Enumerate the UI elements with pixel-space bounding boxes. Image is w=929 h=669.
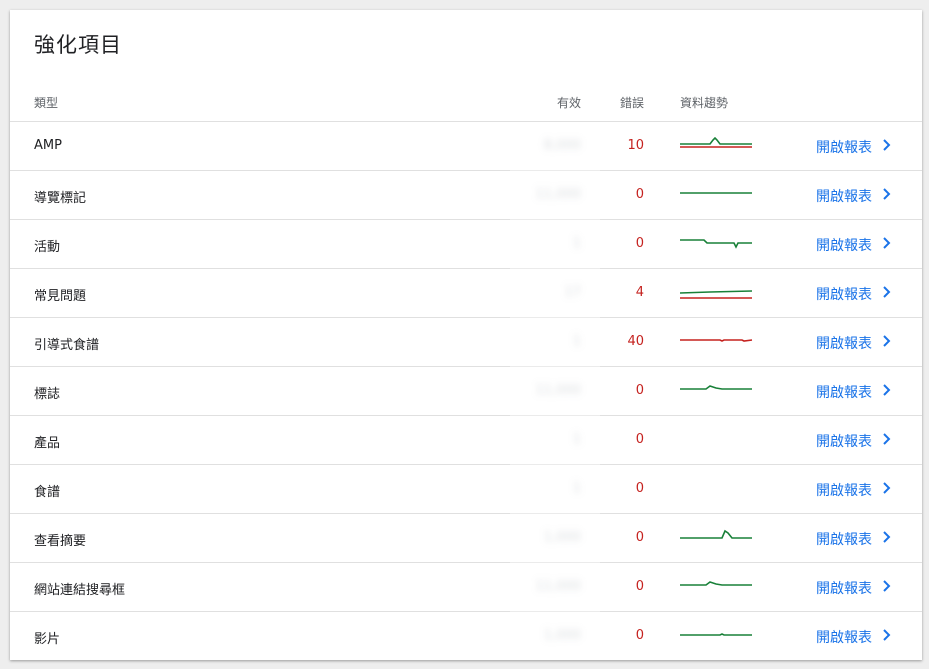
- table-row[interactable]: 導覽標記 11,000 0 開啟報表: [10, 171, 922, 220]
- trend-valid-line: [680, 136, 752, 145]
- row-error-count: 0: [635, 530, 644, 545]
- chevron-right-icon[interactable]: [882, 334, 892, 348]
- chevron-right-icon[interactable]: [882, 432, 892, 446]
- open-report-link[interactable]: 開啟報表: [816, 382, 872, 402]
- open-report-link[interactable]: 開啟報表: [816, 137, 872, 157]
- row-error-count: 0: [635, 432, 644, 447]
- row-error-count: 0: [635, 481, 644, 496]
- table-row[interactable]: 活動 1 0 開啟報表: [10, 220, 922, 269]
- chevron-right-icon[interactable]: [882, 579, 892, 593]
- row-type-name: 食譜: [34, 485, 61, 500]
- trend-sparkline: [680, 529, 752, 539]
- chevron-right-icon[interactable]: [882, 187, 892, 201]
- table-row[interactable]: 標誌 11,000 0 開啟報表: [10, 367, 922, 416]
- open-report-link[interactable]: 開啟報表: [816, 627, 872, 647]
- row-error-count: 0: [635, 383, 644, 398]
- card-title: 強化項目: [34, 33, 122, 57]
- row-type-name: AMP: [34, 138, 62, 153]
- table-header: 類型 有效 錯誤 資料趨勢: [10, 88, 922, 122]
- open-report-link[interactable]: 開啟報表: [816, 186, 872, 206]
- header-errors: 錯誤: [619, 96, 644, 110]
- table-row[interactable]: 常見問題 17 4 開啟報表: [10, 269, 922, 318]
- open-report-link[interactable]: 開啟報表: [816, 235, 872, 255]
- chevron-right-icon[interactable]: [882, 628, 892, 642]
- trend-sparkline: [680, 424, 754, 456]
- header-type: 類型: [34, 96, 59, 110]
- row-type-name: 標誌: [34, 387, 61, 402]
- row-type-name: 產品: [34, 436, 61, 451]
- table-row[interactable]: 影片 1,000 0 開啟報表: [10, 612, 922, 660]
- valid-column-overlay: [510, 122, 600, 660]
- table-row[interactable]: 引導式食譜 1 40 開啟報表: [10, 318, 922, 367]
- trend-valid-line: [680, 581, 752, 586]
- row-type-name: 影片: [34, 632, 61, 647]
- trend-error-line: [680, 339, 753, 342]
- trend-valid-line: [680, 529, 752, 539]
- trend-sparkline: [680, 473, 754, 505]
- row-error-count: 40: [627, 334, 644, 349]
- row-type-name: 引導式食譜: [34, 338, 100, 353]
- table-row[interactable]: AMP 8,000 10 開啟報表: [10, 122, 922, 171]
- row-error-count: 0: [635, 628, 644, 643]
- chevron-right-icon[interactable]: [882, 383, 892, 397]
- chevron-right-icon[interactable]: [882, 138, 892, 152]
- open-report-link[interactable]: 開啟報表: [816, 284, 872, 304]
- row-type-name: 常見問題: [34, 289, 87, 304]
- row-error-count: 0: [635, 187, 644, 202]
- chevron-right-icon[interactable]: [882, 285, 892, 299]
- trend-valid-line: [680, 239, 752, 249]
- table-row[interactable]: 產品 1 0 開啟報表: [10, 416, 922, 465]
- trend-sparkline: [680, 581, 752, 586]
- row-error-count: 0: [635, 236, 644, 251]
- open-report-link[interactable]: 開啟報表: [816, 480, 872, 500]
- header-trend: 資料趨勢: [680, 96, 729, 110]
- open-report-link[interactable]: 開啟報表: [816, 578, 872, 598]
- chevron-right-icon[interactable]: [882, 481, 892, 495]
- header-valid: 有效: [556, 96, 581, 110]
- trend-sparkline: [680, 192, 752, 194]
- open-report-link[interactable]: 開啟報表: [816, 333, 872, 353]
- enhancements-card: 強化項目 類型 有效 錯誤 資料趨勢 AMP 8,000 10 開啟報表 導覽標記 11,…: [10, 10, 922, 660]
- trend-valid-line: [680, 290, 753, 294]
- trend-sparkline: [680, 136, 752, 148]
- chevron-right-icon[interactable]: [882, 236, 892, 250]
- open-report-link[interactable]: 開啟報表: [816, 529, 872, 549]
- open-report-link[interactable]: 開啟報表: [816, 431, 872, 451]
- row-error-count: 10: [627, 138, 644, 153]
- table-row[interactable]: 查看摘要 1,000 0 開啟報表: [10, 514, 922, 563]
- row-type-name: 查看摘要: [34, 534, 87, 549]
- trend-sparkline: [680, 385, 752, 390]
- row-error-count: 0: [635, 579, 644, 594]
- trend-sparkline: [680, 339, 753, 342]
- row-type-name: 網站連結搜尋框: [34, 583, 126, 598]
- chevron-right-icon[interactable]: [882, 530, 892, 544]
- trend-sparkline: [680, 633, 752, 636]
- trend-valid-line: [680, 633, 752, 636]
- row-error-count: 4: [635, 285, 644, 300]
- trend-sparkline: [680, 290, 753, 299]
- trend-sparkline: [680, 239, 752, 249]
- table-row[interactable]: 食譜 1 0 開啟報表: [10, 465, 922, 514]
- row-type-name: 活動: [34, 240, 61, 255]
- table-row[interactable]: 網站連結搜尋框 11,000 0 開啟報表: [10, 563, 922, 612]
- row-type-name: 導覽標記: [34, 191, 87, 206]
- trend-valid-line: [680, 385, 752, 390]
